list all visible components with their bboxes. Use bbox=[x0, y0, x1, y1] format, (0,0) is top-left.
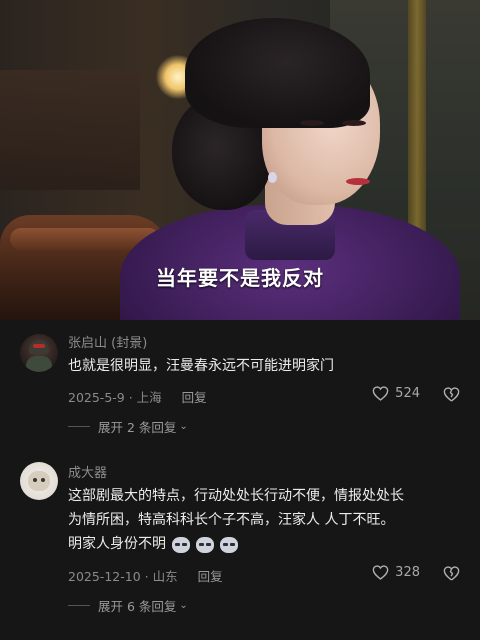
grin-emoji-icon bbox=[172, 537, 191, 553]
expand-replies-button[interactable]: 展开 6 条回复 ⌄ bbox=[68, 596, 188, 615]
emoji-row bbox=[172, 536, 239, 553]
soldier-avatar[interactable] bbox=[20, 334, 58, 372]
grin-emoji-icon bbox=[220, 537, 239, 553]
earring bbox=[268, 172, 277, 183]
comment-text: 也就是很明显，汪曼春永远不可能进明家门 bbox=[68, 358, 334, 374]
divider-line bbox=[68, 426, 90, 427]
comment-username[interactable]: 张启山 (封景) bbox=[68, 332, 147, 351]
comment-text-line: 这部剧最大的特点，行动处处长行动不便，情报处处长 bbox=[68, 488, 404, 504]
comment-meta: 2025-5-9 · 上海 回复 bbox=[68, 387, 207, 406]
hair bbox=[185, 18, 370, 128]
like-button[interactable]: 328 bbox=[372, 565, 420, 580]
divider-line bbox=[68, 605, 90, 606]
comment-date-location: 2025-12-10 · 山东 bbox=[68, 569, 178, 584]
reply-button[interactable]: 回复 bbox=[198, 569, 223, 584]
expand-replies-label: 展开 2 条回复 bbox=[98, 420, 177, 435]
comment-text-line: 为情所困，特高科科长个子不高，汪家人 人丁不旺。 bbox=[68, 512, 395, 528]
chevron-down-icon: ⌄ bbox=[179, 421, 188, 432]
expand-replies-button[interactable]: 展开 2 条回复 ⌄ bbox=[68, 417, 188, 436]
reply-button[interactable]: 回复 bbox=[182, 390, 207, 405]
dislike-button[interactable] bbox=[443, 387, 460, 402]
eye-left bbox=[300, 120, 324, 126]
chevron-down-icon: ⌄ bbox=[179, 600, 188, 611]
comment-meta: 2025-12-10 · 山东 回复 bbox=[68, 566, 223, 585]
broken-heart-icon bbox=[443, 566, 460, 581]
eye-right bbox=[342, 120, 366, 126]
grin-emoji-icon bbox=[196, 537, 215, 553]
heart-icon bbox=[372, 386, 389, 401]
like-count: 328 bbox=[395, 565, 420, 580]
like-button[interactable]: 524 bbox=[372, 386, 420, 401]
comment-username[interactable]: 成大器 bbox=[68, 462, 107, 481]
comment-text-line: 明家人身份不明 bbox=[68, 532, 468, 556]
expand-replies-label: 展开 6 条回复 bbox=[98, 599, 177, 614]
comment-date-location: 2025-5-9 · 上海 bbox=[68, 390, 162, 405]
broken-heart-icon bbox=[443, 387, 460, 402]
comment-text: 这部剧最大的特点，行动处处长行动不便，情报处处长 为情所困，特高科科长个子不高，… bbox=[68, 484, 468, 556]
video-player[interactable]: 当年要不是我反对 bbox=[0, 0, 480, 320]
lips bbox=[346, 178, 370, 185]
heart-icon bbox=[372, 565, 389, 580]
cat-avatar[interactable] bbox=[20, 462, 58, 500]
background-shelf bbox=[0, 70, 140, 190]
dislike-button[interactable] bbox=[443, 566, 460, 581]
video-subtitle: 当年要不是我反对 bbox=[156, 266, 324, 290]
comment-list: 张启山 (封景) 也就是很明显，汪曼春永远不可能进明家门 2025-5-9 · … bbox=[0, 320, 480, 640]
like-count: 524 bbox=[395, 386, 420, 401]
